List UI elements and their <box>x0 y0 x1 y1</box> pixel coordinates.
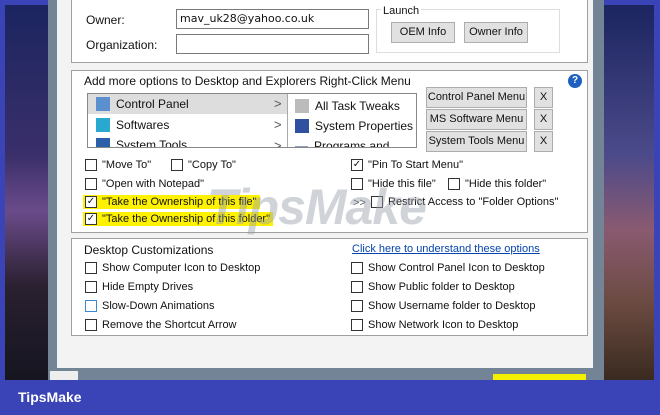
owner-label: Owner: <box>86 13 125 27</box>
menu-item-label: System Tools <box>116 138 188 148</box>
checkbox-box <box>351 319 363 331</box>
checkbox-box <box>85 300 97 312</box>
checkbox-box <box>85 281 97 293</box>
checkbox-label: Show Public folder to Desktop <box>368 281 515 293</box>
checkbox-label: "Open with Notepad" <box>102 178 204 190</box>
checkbox-box <box>351 281 363 293</box>
checkbox-label: Slow-Down Animations <box>102 300 215 312</box>
checkbox-box <box>85 159 97 171</box>
chevron-right-icon: > <box>274 138 282 148</box>
system-tools-menu-button[interactable]: System Tools Menu <box>426 131 527 152</box>
programs-icon <box>295 146 309 147</box>
menu-item-label: All Task Tweaks <box>315 99 400 113</box>
desktop-customizations-title: Desktop Customizations <box>84 243 214 257</box>
pin-to-start-checkbox[interactable]: ✓ "Pin To Start Menu" <box>351 159 463 171</box>
checkbox-box <box>85 178 97 190</box>
computer-icon <box>295 119 309 133</box>
question-circle-icon[interactable]: ? <box>568 74 582 88</box>
context-menu-preview: Control Panel Softwares System Tools > >… <box>87 93 417 148</box>
checkbox-label: Hide Empty Drives <box>102 281 194 293</box>
understand-options-link[interactable]: Click here to understand these options <box>352 243 540 255</box>
checkbox-label: Show Control Panel Icon to Desktop <box>368 262 545 274</box>
checkbox-box <box>351 262 363 274</box>
menu-item-label: Softwares <box>116 118 170 132</box>
open-with-notepad-checkbox[interactable]: "Open with Notepad" <box>85 178 204 190</box>
system-tools-icon <box>96 138 110 147</box>
hide-empty-drives-checkbox[interactable]: Hide Empty Drives <box>85 281 193 293</box>
checkbox-label: Show Network Icon to Desktop <box>368 319 519 331</box>
footer-brand: TipsMake <box>18 389 82 405</box>
app-logo-icon <box>50 371 78 380</box>
oem-info-button[interactable]: OEM Info <box>391 22 455 43</box>
menu-item-control-panel[interactable]: Control Panel <box>96 97 189 111</box>
menu-item-softwares[interactable]: Softwares <box>96 118 169 132</box>
remove-system-tools-menu-button[interactable]: X <box>534 131 553 152</box>
check-icon: ✓ <box>85 213 97 225</box>
checkbox-label: Remove the Shortcut Arrow <box>102 319 237 331</box>
footer-bar: TipsMake <box>0 380 660 415</box>
desktop-wallpaper-right <box>604 5 654 380</box>
launch-title: Launch <box>381 5 422 17</box>
menu-item-label: System Properties <box>315 119 414 133</box>
show-public-folder-checkbox[interactable]: Show Public folder to Desktop <box>351 281 515 293</box>
remove-control-panel-menu-button[interactable]: X <box>534 87 553 108</box>
control-panel-icon <box>96 97 110 111</box>
menu-item-system-properties[interactable]: System Properties <box>295 119 413 133</box>
check-icon: ✓ <box>85 196 97 208</box>
owner-input[interactable]: mav_uk28@yahoo.co.uk <box>176 9 369 29</box>
checkbox-box <box>85 319 97 331</box>
checkbox-label: Show Computer Icon to Desktop <box>102 262 261 274</box>
show-network-icon-checkbox[interactable]: Show Network Icon to Desktop <box>351 319 518 331</box>
show-username-folder-checkbox[interactable]: Show Username folder to Desktop <box>351 300 536 312</box>
menu-item-label: Control Panel <box>116 97 189 111</box>
checkbox-label: Show Username folder to Desktop <box>368 300 536 312</box>
menu-item-label: Programs and Featu <box>314 139 390 148</box>
menu-item-all-task-tweaks[interactable]: All Task Tweaks <box>295 99 400 113</box>
check-icon: ✓ <box>351 159 363 171</box>
checkbox-box <box>351 300 363 312</box>
checkbox-box <box>85 262 97 274</box>
organization-input[interactable] <box>176 34 369 54</box>
slow-down-animations-checkbox[interactable]: Slow-Down Animations <box>85 300 215 312</box>
remove-shortcut-arrow-checkbox[interactable]: Remove the Shortcut Arrow <box>85 319 237 331</box>
checkbox-label: "Move To" <box>102 159 152 171</box>
softwares-icon <box>96 118 110 132</box>
ms-software-menu-button[interactable]: MS Software Menu <box>426 109 527 130</box>
watermark: TipsMake <box>207 179 427 235</box>
checkbox-label: "Hide this folder" <box>465 178 547 190</box>
control-panel-menu-button[interactable]: Control Panel Menu <box>426 87 527 108</box>
settings-panel: Owner: mav_uk28@yahoo.co.uk Organization… <box>57 0 593 368</box>
move-to-checkbox[interactable]: "Move To" <box>85 159 151 171</box>
checkbox-box <box>448 178 460 190</box>
chevron-right-icon: > <box>274 117 282 132</box>
show-control-panel-icon-checkbox[interactable]: Show Control Panel Icon to Desktop <box>351 262 545 274</box>
chevron-right-icon: > <box>274 96 282 111</box>
checkbox-label: "Copy To" <box>188 159 236 171</box>
owner-group: Owner: mav_uk28@yahoo.co.uk Organization… <box>71 0 588 63</box>
checkbox-label: "Pin To Start Menu" <box>368 159 464 171</box>
hide-folder-checkbox[interactable]: "Hide this folder" <box>448 178 546 190</box>
menu-item-programs[interactable]: Programs and Featu <box>295 139 416 148</box>
launch-group: Launch OEM Info Owner Info <box>376 5 560 53</box>
owner-info-button[interactable]: Owner Info <box>464 22 528 43</box>
checkbox-box <box>171 159 183 171</box>
remove-ms-software-menu-button[interactable]: X <box>534 109 553 130</box>
menu-item-system-tools[interactable]: System Tools <box>96 138 188 148</box>
context-menu-title: Add more options to Desktop and Explorer… <box>84 74 411 88</box>
organization-label: Organization: <box>86 38 158 52</box>
copy-to-checkbox[interactable]: "Copy To" <box>171 159 236 171</box>
gear-icon <box>295 99 309 113</box>
show-computer-icon-checkbox[interactable]: Show Computer Icon to Desktop <box>85 262 260 274</box>
